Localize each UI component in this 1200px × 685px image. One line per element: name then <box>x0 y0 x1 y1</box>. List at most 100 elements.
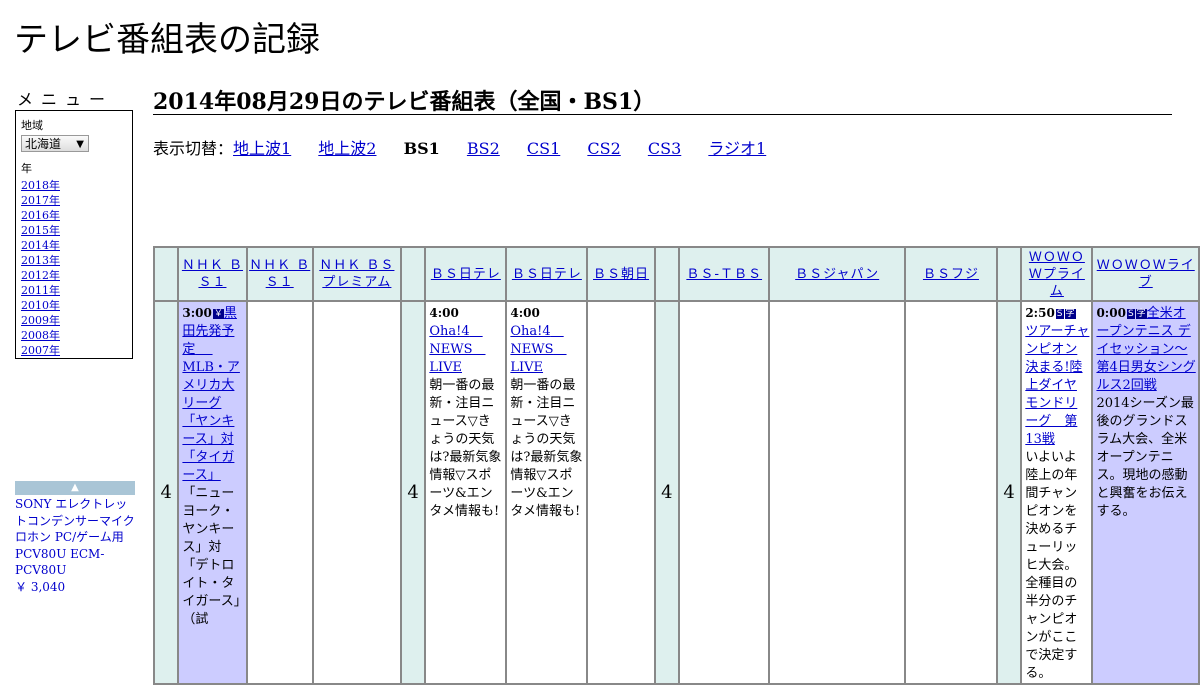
program-time: 3:00 <box>182 306 212 320</box>
program-cell-wowow-prime: 2:50 S 字 ツアーチャンピオン決まる!陸上ダイヤモンドリーグ 第13戦 いよい… <box>1020 300 1094 685</box>
channel-link-nhk-bs-premium[interactable]: ＮＨＫ ＢＳプレミアム <box>314 257 400 291</box>
region-value: 北海道 <box>25 137 62 151</box>
year-link-2017[interactable]: 2017年 <box>21 193 132 208</box>
menu-label: メニュー <box>17 90 114 109</box>
page-title: 2014年08月29日のテレビ番組表（全国・BS1） <box>153 89 656 115</box>
hour-header <box>653 246 681 302</box>
channel-link-bs-tbs[interactable]: ＢＳ-ＴＢＳ <box>686 266 762 283</box>
year-link-2010[interactable]: 2010年 <box>21 298 132 313</box>
program-cell-empty <box>678 300 771 685</box>
program-cell-empty <box>903 300 998 685</box>
stereo-icon: S <box>1126 309 1135 319</box>
tab-terrestrial-1[interactable]: 地上波1 <box>233 139 291 158</box>
subtitle-icon: 字 <box>1135 309 1147 319</box>
region-label: 地域 <box>21 119 43 132</box>
channel-header: ＮＨＫ ＢＳ１ <box>245 246 314 302</box>
program-cell-empty <box>768 300 906 685</box>
channel-header: ＮＨＫ ＢＳ１ <box>177 246 248 302</box>
program-description: いよいよ陸上の年間チャンピオンを決めるチューリッヒ大会。全種目の半分のチャンピオ… <box>1025 450 1078 681</box>
channel-link-bs-ntv[interactable]: ＢＳ日テレ <box>431 266 501 283</box>
year-link-2014[interactable]: 2014年 <box>21 238 132 253</box>
tab-bs1-current: BS1 <box>403 139 440 158</box>
data-broadcast-icon: ￥ <box>212 309 224 319</box>
channel-header: ＷＯＷＯＷプライム <box>1020 246 1094 302</box>
program-cell-empty <box>311 300 402 685</box>
view-switcher: 表示切替：地上波1 地上波2 BS1 BS2 CS1 CS2 CS3 ラジオ1 <box>153 135 788 159</box>
ad-collapse-button[interactable]: ▲ <box>15 481 135 495</box>
program-cell-bs-ntv-sub: 4:00 Oha!4 NEWS LIVE 朝一番の最新・注目ニュース▽きょうの天… <box>505 300 589 685</box>
switch-label: 表示切替： <box>153 139 234 158</box>
program-time: 0:00 <box>1096 306 1126 320</box>
tab-bs2[interactable]: BS2 <box>467 139 500 158</box>
tv-schedule-table: ＮＨＫ ＢＳ１ ＮＨＫ ＢＳ１ ＮＨＫ ＢＳプレミアム ＢＳ日テレ ＢＳ日テレ … <box>152 246 1200 685</box>
year-label: 年 <box>21 162 32 175</box>
year-link-2007[interactable]: 2007年 <box>21 343 132 358</box>
channel-header: ＢＳ日テレ <box>505 246 589 302</box>
chevron-down-icon: ▼ <box>76 139 84 150</box>
channel-link-bs-japan[interactable]: ＢＳジャパン <box>795 266 879 283</box>
tab-cs3[interactable]: CS3 <box>648 139 681 158</box>
tab-cs2[interactable]: CS2 <box>587 139 620 158</box>
program-description: 朝一番の最新・注目ニュース▽きょうの天気は?最新気象情報▽スポーツ&エンタメ情報… <box>429 378 502 519</box>
tab-cs1[interactable]: CS1 <box>527 139 560 158</box>
program-time: 4:00 <box>429 306 459 320</box>
hour-header <box>152 246 180 302</box>
hour-cell: 4 <box>653 300 681 685</box>
program-row: 4 3:00 ￥黒田先発予定 MLB・アメリカ大リーグ「ヤンキース」対「タイガース… <box>152 300 1200 685</box>
program-cell-nhk-bs1: 3:00 ￥黒田先発予定 MLB・アメリカ大リーグ「ヤンキース」対「タイガース」 … <box>177 300 248 685</box>
year-link-2009[interactable]: 2009年 <box>21 313 132 328</box>
channel-header: ＮＨＫ ＢＳプレミアム <box>311 246 402 302</box>
year-link-2016[interactable]: 2016年 <box>21 208 132 223</box>
year-link-2008[interactable]: 2008年 <box>21 328 132 343</box>
hour-header <box>995 246 1023 302</box>
program-cell-empty <box>586 300 656 685</box>
program-cell-wowow-live: 0:00 S 字全米オープンテニス デイセッション～第4日男女シングルス2回戦 20… <box>1091 300 1200 685</box>
program-title-link[interactable]: 黒田先発予定 MLB・アメリカ大リーグ「ヤンキース」対「タイガース」 <box>182 306 240 483</box>
side-menu: 地域 北海道 ▼ 年 2018年 2017年 2016年 2015年 2014年… <box>15 110 133 359</box>
channel-header-row: ＮＨＫ ＢＳ１ ＮＨＫ ＢＳ１ ＮＨＫ ＢＳプレミアム ＢＳ日テレ ＢＳ日テレ … <box>152 246 1200 302</box>
ad-product-name[interactable]: SONY エレクトレットコンデンサーマイクロホン PC/ゲーム用 PCV80U … <box>15 497 135 577</box>
stereo-icon: S <box>1055 309 1064 319</box>
program-time: 4:00 <box>510 306 540 320</box>
program-cell-bs-ntv: 4:00 Oha!4 NEWS LIVE 朝一番の最新・注目ニュース▽きょうの天… <box>424 300 508 685</box>
channel-header: ＢＳ日テレ <box>424 246 508 302</box>
channel-header: ＢＳフジ <box>903 246 998 302</box>
program-cell-empty <box>245 300 314 685</box>
program-description: 2014シーズン最後のグランドスラム大会、全米オープンテニス。現地の感動と興奮を… <box>1096 396 1194 519</box>
caret-up-icon: ▲ <box>71 482 79 493</box>
ad-price: ￥ 3,040 <box>15 579 66 594</box>
program-title-link[interactable]: ツアーチャンピオン決まる!陸上ダイヤモンドリーグ 第13戦 <box>1025 324 1089 447</box>
program-description: 「ニューヨーク・ヤンキース」対「デトロイト・タイガース」（試 <box>182 486 241 627</box>
hour-cell: 4 <box>995 300 1023 685</box>
program-time: 2:50 <box>1025 306 1055 320</box>
hour-header <box>399 246 427 302</box>
channel-link-wowow-prime[interactable]: ＷＯＷＯＷプライム <box>1022 249 1091 300</box>
channel-link-bs-fuji[interactable]: ＢＳフジ <box>923 266 979 283</box>
year-link-2012[interactable]: 2012年 <box>21 268 132 283</box>
ad-link[interactable]: SONY エレクトレットコンデンサーマイクロホン PC/ゲーム用 PCV80U … <box>15 496 137 595</box>
channel-header: ＢＳジャパン <box>768 246 906 302</box>
region-select[interactable]: 北海道 ▼ <box>21 135 89 152</box>
channel-link-bs-ntv-sub[interactable]: ＢＳ日テレ <box>512 266 582 283</box>
year-link-2015[interactable]: 2015年 <box>21 223 132 238</box>
year-link-2018[interactable]: 2018年 <box>21 178 132 193</box>
program-title-link[interactable]: Oha!4 NEWS LIVE <box>429 324 485 375</box>
year-link-2013[interactable]: 2013年 <box>21 253 132 268</box>
site-title: テレビ番組表の記録 <box>14 20 320 60</box>
channel-header: ＷＯＷＯＷライブ <box>1091 246 1200 302</box>
year-list: 2018年 2017年 2016年 2015年 2014年 2013年 2012… <box>21 178 132 358</box>
hour-cell: 4 <box>152 300 180 685</box>
tab-radio-1[interactable]: ラジオ1 <box>708 139 766 158</box>
channel-link-nhk-bs1[interactable]: ＮＨＫ ＢＳ１ <box>179 257 245 291</box>
tab-terrestrial-2[interactable]: 地上波2 <box>318 139 376 158</box>
hour-cell: 4 <box>399 300 427 685</box>
program-title-link[interactable]: Oha!4 NEWS LIVE <box>510 324 566 375</box>
title-divider <box>153 114 1172 115</box>
program-description: 朝一番の最新・注目ニュース▽きょうの天気は?最新気象情報▽スポーツ&エンタメ情報… <box>510 378 583 519</box>
channel-link-nhk-bs1-sub[interactable]: ＮＨＫ ＢＳ１ <box>248 257 312 291</box>
channel-link-bs-asahi[interactable]: ＢＳ朝日 <box>593 266 649 283</box>
channel-header: ＢＳ朝日 <box>586 246 656 302</box>
subtitle-icon: 字 <box>1064 309 1076 319</box>
channel-link-wowow-live[interactable]: ＷＯＷＯＷライブ <box>1093 257 1198 291</box>
year-link-2011[interactable]: 2011年 <box>21 283 132 298</box>
